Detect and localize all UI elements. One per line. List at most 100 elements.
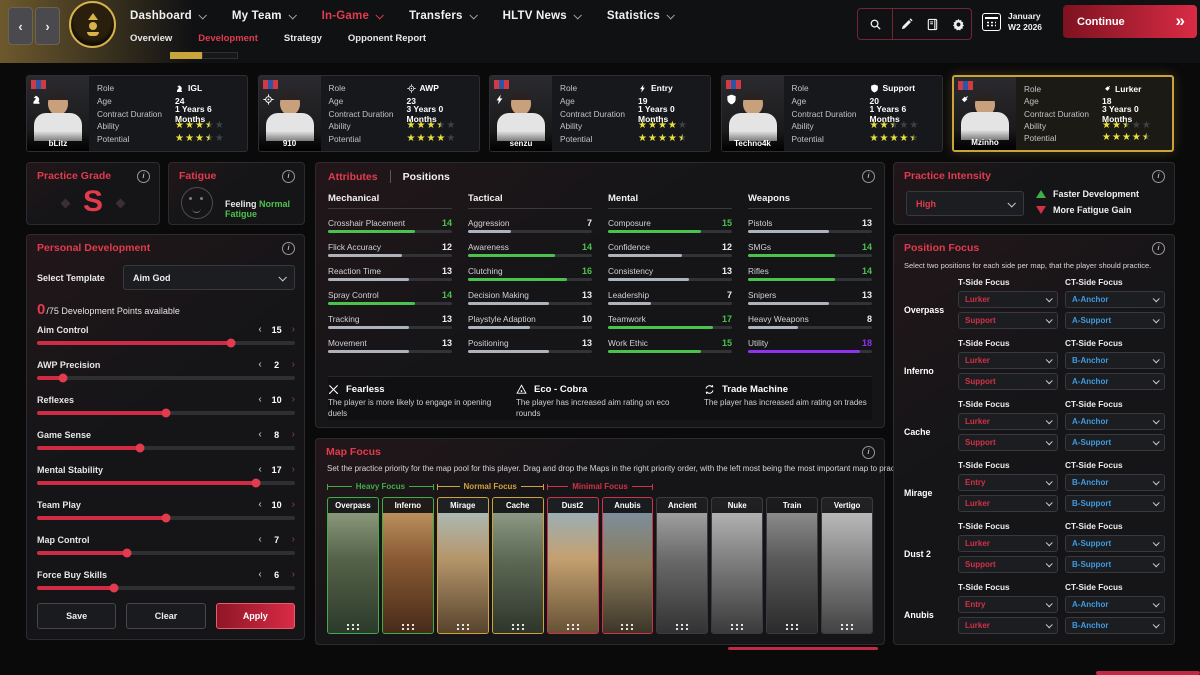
slider-thumb[interactable] (226, 339, 235, 348)
map-focus-scrollbar[interactable] (728, 647, 878, 650)
info-icon[interactable] (862, 446, 875, 459)
slider-track[interactable] (37, 376, 295, 380)
slider-thumb[interactable] (252, 479, 261, 488)
decrease-button[interactable]: ‹ (258, 535, 261, 545)
ct-position-dropdown[interactable]: A-Support (1065, 535, 1165, 552)
slider-thumb[interactable] (162, 514, 171, 523)
ct-position-dropdown[interactable]: A-Anchor (1065, 373, 1165, 390)
ct-position-dropdown[interactable]: A-Anchor (1065, 291, 1165, 308)
map-card-overpass[interactable]: Overpass (327, 497, 379, 634)
slider-track[interactable] (37, 551, 295, 555)
nav-item-my-team[interactable]: My Team (232, 10, 295, 22)
drag-handle-icon[interactable] (730, 623, 745, 630)
ct-position-dropdown[interactable]: A-Anchor (1065, 413, 1165, 430)
map-card-train[interactable]: Train (766, 497, 818, 634)
map-card-nuke[interactable]: Nuke (711, 497, 763, 634)
slider-thumb[interactable] (110, 584, 119, 593)
drag-handle-icon[interactable] (455, 623, 470, 630)
decrease-button[interactable]: ‹ (258, 570, 261, 580)
map-card-anubis[interactable]: Anubis (602, 497, 654, 634)
decrease-button[interactable]: ‹ (258, 325, 261, 335)
history-back-button[interactable]: ‹ (8, 7, 33, 45)
t-position-dropdown[interactable]: Lurker (958, 291, 1058, 308)
drag-handle-icon[interactable] (510, 623, 525, 630)
drag-handle-icon[interactable] (675, 623, 690, 630)
info-icon[interactable] (1152, 170, 1165, 183)
map-card-ancient[interactable]: Ancient (656, 497, 708, 634)
nav-item-dashboard[interactable]: Dashboard (130, 10, 205, 22)
intensity-dropdown[interactable]: High (906, 191, 1024, 216)
slider-track[interactable] (37, 516, 295, 520)
nav-item-statistics[interactable]: Statistics (607, 10, 673, 22)
clear-button[interactable]: Clear (126, 603, 205, 629)
template-dropdown[interactable]: Aim God (123, 265, 295, 290)
tab-attributes[interactable]: Attributes (328, 171, 378, 183)
apply-button[interactable]: Apply (216, 603, 295, 629)
map-card-inferno[interactable]: Inferno (382, 497, 434, 634)
increase-button[interactable]: › (292, 500, 295, 510)
decrease-button[interactable]: ‹ (258, 500, 261, 510)
decrease-button[interactable]: ‹ (258, 360, 261, 370)
drag-handle-icon[interactable] (785, 623, 800, 630)
map-card-dust2[interactable]: Dust2 (547, 497, 599, 634)
player-card-techno4k[interactable]: Techno4kRoleSupportAge20Contract Duratio… (721, 75, 943, 152)
map-card-mirage[interactable]: Mirage (437, 497, 489, 634)
increase-button[interactable]: › (292, 325, 295, 335)
drag-handle-icon[interactable] (565, 623, 580, 630)
map-card-cache[interactable]: Cache (492, 497, 544, 634)
tab-overview[interactable]: Overview (130, 33, 172, 44)
tab-opponent-report[interactable]: Opponent Report (348, 33, 426, 44)
tab-development[interactable]: Development (198, 33, 258, 44)
player-card-blitz[interactable]: bLitzRoleIGLAge24Contract Duration1 Year… (26, 75, 248, 152)
slider-thumb[interactable] (123, 549, 132, 558)
map-card-vertigo[interactable]: Vertigo (821, 497, 873, 634)
drag-handle-icon[interactable] (840, 623, 855, 630)
settings-button[interactable] (945, 9, 971, 39)
info-icon[interactable] (1152, 242, 1165, 255)
slider-thumb[interactable] (136, 444, 145, 453)
page-scrollbar[interactable] (1096, 671, 1200, 675)
t-position-dropdown[interactable]: Entry (958, 474, 1058, 491)
t-position-dropdown[interactable]: Lurker (958, 413, 1058, 430)
decrease-button[interactable]: ‹ (258, 465, 261, 475)
player-card-910[interactable]: 910RoleAWPAge23Contract Duration3 Years … (258, 75, 480, 152)
t-position-dropdown[interactable]: Support (958, 434, 1058, 451)
continue-button[interactable]: Continue » (1063, 5, 1197, 38)
info-icon[interactable] (282, 242, 295, 255)
increase-button[interactable]: › (292, 360, 295, 370)
info-icon[interactable] (862, 170, 875, 183)
ct-position-dropdown[interactable]: B-Anchor (1065, 474, 1165, 491)
ct-position-dropdown[interactable]: B-Support (1065, 495, 1165, 512)
t-position-dropdown[interactable]: Lurker (958, 617, 1058, 634)
slider-track[interactable] (37, 481, 295, 485)
player-card-senzu[interactable]: senzuRoleEntryAge19Contract Duration1 Ye… (489, 75, 711, 152)
tab-positions[interactable]: Positions (403, 171, 450, 183)
t-position-dropdown[interactable]: Support (958, 373, 1058, 390)
drag-handle-icon[interactable] (620, 623, 635, 630)
ct-position-dropdown[interactable]: A-Support (1065, 434, 1165, 451)
slider-track[interactable] (37, 411, 295, 415)
info-icon[interactable] (137, 170, 150, 183)
decrease-button[interactable]: ‹ (258, 430, 261, 440)
slider-track[interactable] (37, 586, 295, 590)
slider-track[interactable] (37, 341, 295, 345)
tab-strategy[interactable]: Strategy (284, 33, 322, 44)
player-card-mzinho[interactable]: MzinhoRoleLurkerAge18Contract Duration3 … (952, 75, 1174, 152)
slider-track[interactable] (37, 446, 295, 450)
t-position-dropdown[interactable]: Lurker (958, 352, 1058, 369)
drag-handle-icon[interactable] (345, 623, 360, 630)
t-position-dropdown[interactable]: Entry (958, 596, 1058, 613)
save-button[interactable]: Save (37, 603, 116, 629)
nav-item-transfers[interactable]: Transfers (409, 10, 476, 22)
nav-item-hltv-news[interactable]: HLTV News (503, 10, 580, 22)
ct-position-dropdown[interactable]: A-Support (1065, 312, 1165, 329)
t-position-dropdown[interactable]: Lurker (958, 535, 1058, 552)
edit-button[interactable] (893, 9, 919, 39)
nav-item-in-game[interactable]: In-Game (322, 10, 382, 22)
t-position-dropdown[interactable]: Support (958, 312, 1058, 329)
t-position-dropdown[interactable]: Lurker (958, 495, 1058, 512)
increase-button[interactable]: › (292, 535, 295, 545)
ct-position-dropdown[interactable]: B-Support (1065, 556, 1165, 573)
slider-thumb[interactable] (162, 409, 171, 418)
increase-button[interactable]: › (292, 395, 295, 405)
